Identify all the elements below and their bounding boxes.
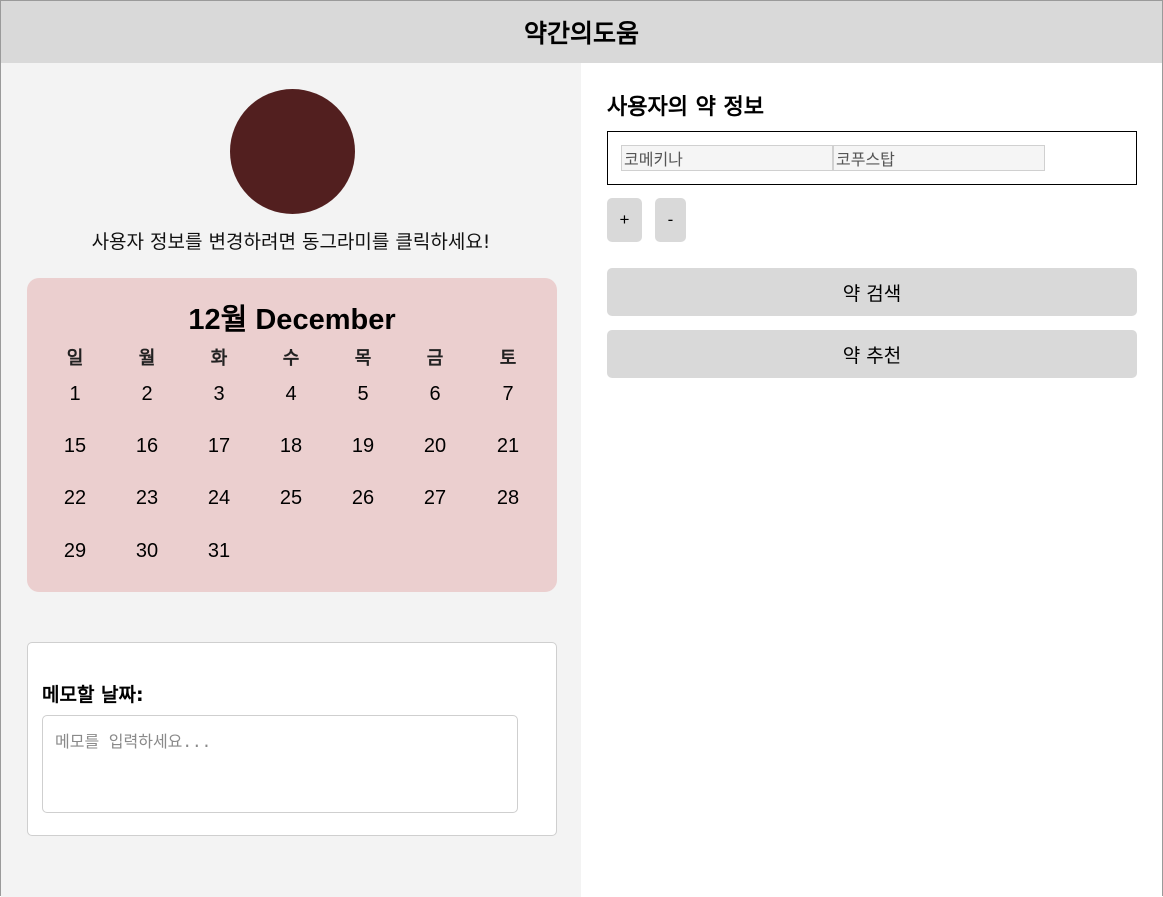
- weekday-header: 토: [499, 348, 517, 369]
- memo-panel: 메모할 날짜:: [27, 642, 557, 836]
- app-header: 약간의도움: [1, 1, 1162, 63]
- calendar-day[interactable]: 25: [271, 487, 311, 510]
- calendar-day[interactable]: 1: [55, 383, 95, 406]
- calendar-day[interactable]: 24: [199, 487, 239, 510]
- calendar-day[interactable]: 30: [127, 540, 167, 563]
- calendar-day[interactable]: 21: [488, 435, 528, 458]
- medication-list: [607, 131, 1137, 185]
- calendar-day[interactable]: 28: [488, 487, 528, 510]
- medication-input-1[interactable]: [621, 145, 833, 171]
- medicine-recommend-button[interactable]: 약 추천: [607, 330, 1137, 378]
- calendar-day[interactable]: 7: [488, 383, 528, 406]
- calendar-day[interactable]: 22: [55, 487, 95, 510]
- calendar-day[interactable]: 23: [127, 487, 167, 510]
- weekday-header: 금: [426, 348, 444, 369]
- calendar-day[interactable]: 20: [415, 435, 455, 458]
- calendar-day[interactable]: 3: [199, 383, 239, 406]
- user-avatar-circle[interactable]: [230, 89, 355, 214]
- weekday-header: 월: [138, 348, 156, 369]
- weekday-header: 수: [282, 348, 300, 369]
- calendar-day[interactable]: 6: [415, 383, 455, 406]
- medication-input-2[interactable]: [833, 145, 1045, 171]
- calendar-day[interactable]: 27: [415, 487, 455, 510]
- weekday-header: 일: [66, 348, 84, 369]
- left-panel: 사용자 정보를 변경하려면 동그라미를 클릭하세요! 12월 December …: [1, 63, 581, 897]
- avatar-hint-text: 사용자 정보를 변경하려면 동그라미를 클릭하세요!: [91, 231, 491, 253]
- memo-textarea[interactable]: [42, 715, 518, 813]
- remove-medication-button[interactable]: -: [655, 198, 686, 242]
- calendar-day[interactable]: 31: [199, 540, 239, 563]
- medicine-search-button[interactable]: 약 검색: [607, 268, 1137, 316]
- weekday-header: 목: [354, 348, 372, 369]
- calendar-day[interactable]: 15: [55, 435, 95, 458]
- calendar-title: 12월 December: [188, 304, 396, 336]
- calendar-day[interactable]: 2: [127, 383, 167, 406]
- calendar-day[interactable]: 5: [343, 383, 383, 406]
- calendar-day[interactable]: 16: [127, 435, 167, 458]
- calendar-day[interactable]: 19: [343, 435, 383, 458]
- weekday-header: 화: [210, 348, 228, 369]
- memo-label: 메모할 날짜:: [42, 684, 144, 706]
- calendar-day[interactable]: 29: [55, 540, 95, 563]
- medication-section-title: 사용자의 약 정보: [607, 95, 764, 120]
- calendar-day[interactable]: 17: [199, 435, 239, 458]
- calendar: 12월 December 일 월 화 수 목 금 토 1 2 3 4 5 6 7 15 16 17 18 19 20 2…: [27, 278, 557, 592]
- right-panel: 사용자의 약 정보 + - 약 검색 약 추천: [581, 63, 1162, 897]
- calendar-day[interactable]: 4: [271, 383, 311, 406]
- app-title: 약간의도움: [523, 19, 639, 48]
- calendar-day[interactable]: 26: [343, 487, 383, 510]
- add-medication-button[interactable]: +: [607, 198, 642, 242]
- calendar-day[interactable]: 18: [271, 435, 311, 458]
